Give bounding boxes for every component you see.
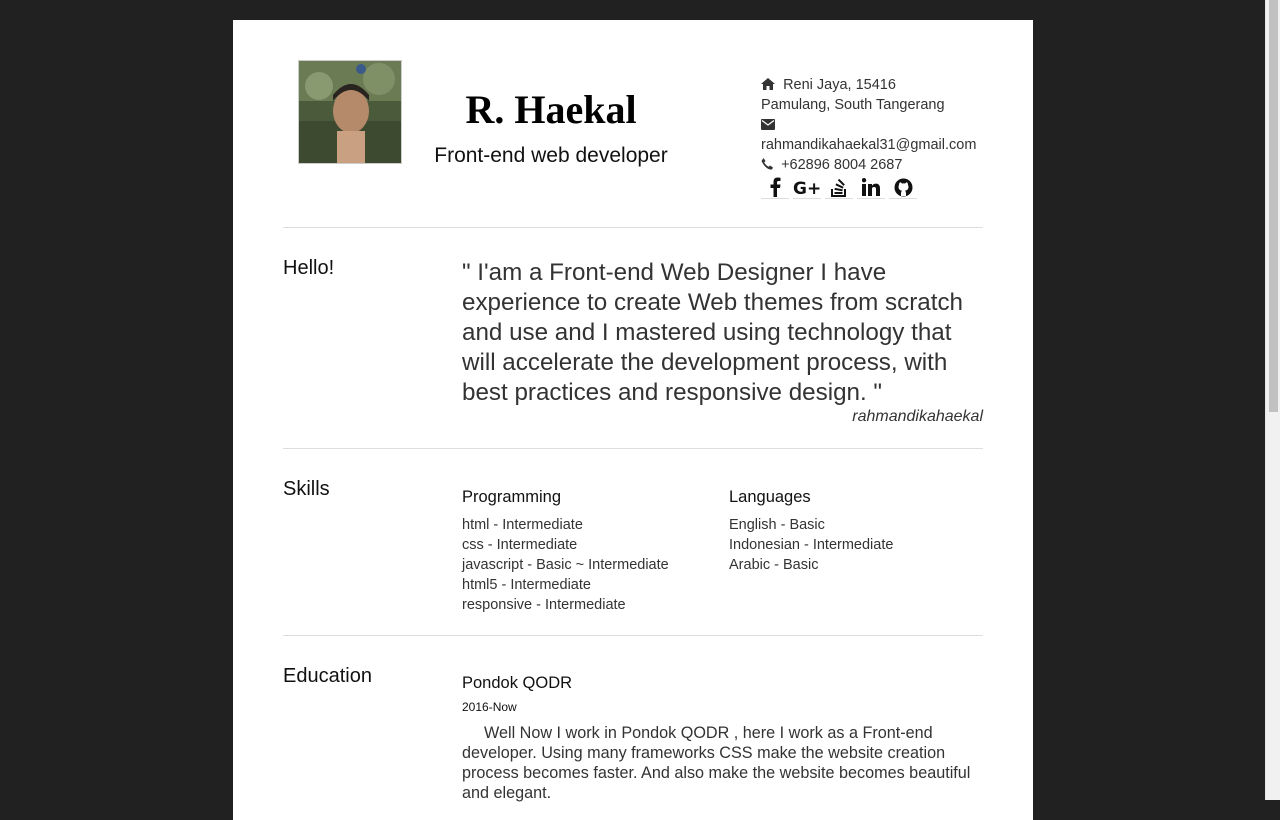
- address-row: Reni Jaya, 15416: [761, 75, 1021, 95]
- list-item: Arabic - Basic: [729, 557, 819, 573]
- phone-number[interactable]: +62896 8004 2687: [781, 157, 902, 173]
- facebook-link[interactable]: [761, 176, 789, 199]
- stackoverflow-icon: [831, 178, 846, 197]
- list-item: html5 - Intermediate: [462, 577, 591, 593]
- address-line2: Pamulang, South Tangerang: [761, 97, 945, 113]
- svg-text:G+: G+: [793, 179, 821, 196]
- linkedin-link[interactable]: [857, 176, 885, 199]
- language-skills: Languages English - Basic Indonesian - I…: [729, 488, 989, 575]
- hello-title: Hello!: [283, 257, 335, 279]
- stackoverflow-link[interactable]: [825, 176, 853, 199]
- google-plus-icon: G+: [793, 179, 821, 196]
- profile-name: R. Haekal: [465, 87, 637, 132]
- list-item: javascript - Basic ~ Intermediate: [462, 557, 669, 573]
- list-item: responsive - Intermediate: [462, 597, 626, 613]
- education-period: 2016-Now: [462, 700, 517, 714]
- scrollbar-thumb[interactable]: [1269, 0, 1278, 412]
- divider: [283, 227, 983, 228]
- list-item: Indonesian - Intermediate: [729, 537, 894, 553]
- intro-quote: " I'am a Front-end Web Designer I have e…: [462, 259, 963, 406]
- list-item: English - Basic: [729, 517, 825, 533]
- divider: [283, 635, 983, 636]
- phone-row: +62896 8004 2687: [761, 155, 1021, 175]
- quote-author: rahmandikahaekal: [852, 408, 983, 425]
- programming-heading: Programming: [462, 488, 562, 506]
- profile-role: Front-end web developer: [434, 144, 668, 167]
- languages-heading: Languages: [729, 488, 811, 506]
- education-title: Education: [283, 665, 372, 687]
- phone-icon: [761, 158, 773, 170]
- programming-skills: Programming html - Intermediate css - In…: [462, 488, 722, 615]
- github-link[interactable]: [889, 176, 917, 199]
- google-plus-link[interactable]: G+: [793, 176, 821, 199]
- list-item: css - Intermediate: [462, 537, 578, 553]
- list-item: html - Intermediate: [462, 517, 583, 533]
- home-icon: [761, 78, 775, 90]
- email-icon-row: [761, 115, 1021, 135]
- divider: [283, 448, 983, 449]
- envelope-icon: [761, 119, 775, 130]
- linkedin-icon: [862, 178, 880, 196]
- languages-list: English - Basic Indonesian - Intermediat…: [729, 515, 989, 575]
- profile-photo: [298, 60, 402, 164]
- programming-list: html - Intermediate css - Intermediate j…: [462, 515, 722, 615]
- email-link[interactable]: rahmandikahaekal31@gmail.com: [761, 135, 1021, 155]
- page-scrollbar[interactable]: [1265, 0, 1280, 800]
- github-icon: [894, 178, 912, 196]
- school-name: Pondok QODR: [462, 674, 573, 692]
- address-line1: Reni Jaya, 15416: [783, 77, 896, 93]
- resume-page: R. Haekal Front-end web developer Reni J…: [233, 20, 1033, 820]
- social-links: G+: [761, 176, 1021, 199]
- skills-title: Skills: [283, 478, 330, 500]
- contact-info: Reni Jaya, 15416 Pamulang, South Tangera…: [761, 75, 1021, 199]
- education-description: Well Now I work in Pondok QODR , here I …: [462, 724, 971, 802]
- facebook-icon: [770, 177, 781, 197]
